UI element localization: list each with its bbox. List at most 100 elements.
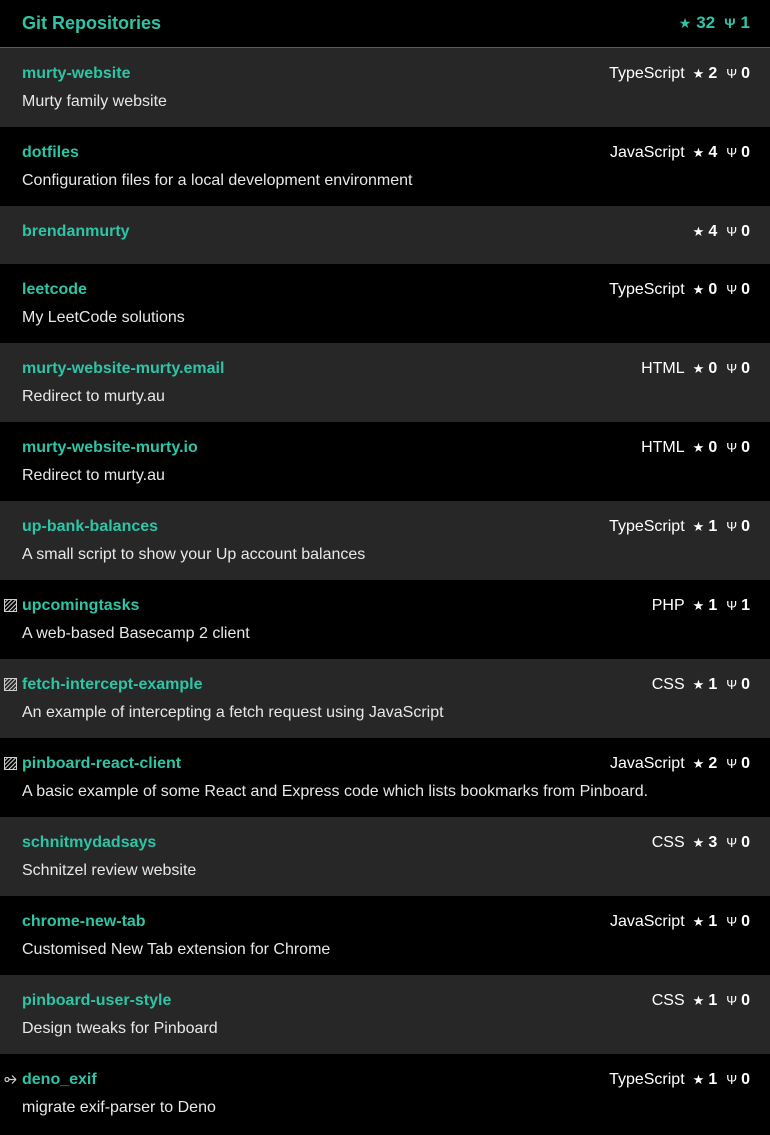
- repo-stats: HTML ★ 0 Ψ 0: [641, 359, 750, 379]
- repo-stats: JavaScript ★ 1 Ψ 0: [610, 912, 750, 932]
- repo-fork-count: 0: [741, 913, 750, 930]
- repo-fork-count: 0: [741, 992, 750, 1009]
- fork-icon: Ψ: [726, 756, 738, 771]
- repo-description: migrate exif-parser to Deno: [22, 1099, 216, 1116]
- repo-fork-count: 0: [741, 1071, 750, 1088]
- repo-description: My LeetCode solutions: [22, 309, 185, 326]
- repo-language: PHP: [651, 597, 685, 614]
- fork-icon: Ψ: [726, 145, 738, 160]
- repo-row: murty-website TypeScript ★ 2 Ψ 0 Murty family …: [0, 48, 770, 127]
- fork-icon: Ψ: [726, 66, 738, 81]
- star-icon: ★: [678, 15, 692, 31]
- total-stats: ★ 32 Ψ 1: [679, 12, 750, 34]
- repo-row: upcomingtasks PHP ★ 1 Ψ 1 A web-based Basecamp…: [0, 580, 770, 659]
- star-icon: ★: [692, 145, 705, 160]
- repo-language: CSS: [651, 992, 685, 1009]
- repo-fork-count: 1: [741, 597, 750, 614]
- star-icon: ★: [692, 519, 705, 534]
- fork-icon: Ψ: [726, 282, 738, 297]
- repo-row: deno_exif TypeScript ★ 1 Ψ 0 migrate exif-pars…: [0, 1054, 770, 1133]
- repo-name-link[interactable]: murty-website-murty.io: [22, 438, 198, 458]
- repo-fork-count: 0: [741, 676, 750, 693]
- repo-stats: TypeScript ★ 0 Ψ 0: [609, 280, 750, 300]
- repositories-header: Git Repositories ★ 32 Ψ 1: [0, 0, 770, 48]
- repo-stats: TypeScript ★ 1 Ψ 0: [609, 1070, 750, 1090]
- repo-stats: JavaScript ★ 4 Ψ 0: [610, 143, 750, 163]
- repo-fork-count: 0: [741, 360, 750, 377]
- repo-description: Design tweaks for Pinboard: [22, 1020, 218, 1037]
- repo-star-count: 1: [708, 1071, 718, 1088]
- fork-icon: Ψ: [726, 598, 738, 613]
- star-icon: ★: [692, 361, 705, 376]
- repo-description: Customised New Tab extension for Chrome: [22, 941, 331, 958]
- repo-star-count: 1: [708, 676, 718, 693]
- star-icon: ★: [692, 835, 705, 850]
- fork-icon: Ψ: [726, 835, 738, 850]
- star-icon: ★: [692, 1072, 705, 1087]
- fork-icon: Ψ: [726, 993, 738, 1008]
- star-icon: ★: [692, 677, 705, 692]
- repo-stats: TypeScript ★ 1 Ψ 0: [609, 517, 750, 537]
- repo-name-link[interactable]: upcomingtasks: [22, 596, 139, 616]
- page-title: Git Repositories: [22, 13, 162, 33]
- repo-row: pinboard-react-client JavaScript ★ 2 Ψ 0 A bas…: [0, 738, 770, 817]
- fork-icon: Ψ: [726, 519, 738, 534]
- repo-row: chrome-new-tab JavaScript ★ 1 Ψ 0 Customised N…: [0, 896, 770, 975]
- repo-stats: TypeScript ★ 2 Ψ 0: [609, 64, 750, 84]
- repo-name-link[interactable]: brendanmurty: [22, 222, 130, 242]
- repo-language: TypeScript: [609, 65, 685, 82]
- repo-description: Redirect to murty.au: [22, 388, 165, 405]
- fork-icon: Ψ: [726, 1072, 738, 1087]
- repo-row: up-bank-balances TypeScript ★ 1 Ψ 0 A small sc…: [0, 501, 770, 580]
- repo-language: TypeScript: [609, 518, 685, 535]
- repo-name-link[interactable]: pinboard-react-client: [22, 754, 181, 774]
- repo-description: Schnitzel review website: [22, 862, 197, 879]
- repo-star-count: 2: [708, 755, 718, 772]
- repo-language: HTML: [641, 439, 685, 456]
- repo-stats: CSS ★ 1 Ψ 0: [652, 675, 750, 695]
- repo-name-link[interactable]: schnitmydadsays: [22, 833, 156, 853]
- repo-fork-count: 0: [741, 223, 750, 240]
- repo-name-link[interactable]: dotfiles: [22, 143, 79, 163]
- repo-name-link[interactable]: chrome-new-tab: [22, 912, 146, 932]
- repo-star-count: 2: [708, 65, 718, 82]
- repo-language: HTML: [641, 360, 685, 377]
- star-icon: ★: [692, 440, 705, 455]
- repo-name-link[interactable]: fetch-intercept-example: [22, 675, 203, 695]
- fork-icon: Ψ: [726, 440, 738, 455]
- repo-description: Murty family website: [22, 93, 167, 110]
- repo-row: schnitmydadsays CSS ★ 3 Ψ 0 Schnitzel review w…: [0, 817, 770, 896]
- repo-language: CSS: [651, 834, 685, 851]
- repo-star-count: 4: [708, 223, 718, 240]
- repo-star-count: 1: [708, 913, 718, 930]
- repo-fork-count: 0: [741, 65, 750, 82]
- repo-language: JavaScript: [609, 755, 685, 772]
- repo-star-count: 1: [708, 518, 718, 535]
- repo-name-link[interactable]: pinboard-user-style: [22, 991, 171, 1011]
- repo-language: JavaScript: [609, 913, 685, 930]
- repo-row: dotfiles JavaScript ★ 4 Ψ 0 Configuration file…: [0, 127, 770, 206]
- repo-description: A web-based Basecamp 2 client: [22, 625, 250, 642]
- repo-fork-count: 0: [741, 439, 750, 456]
- repo-description: Configuration files for a local developm…: [22, 172, 413, 189]
- fork-icon: Ψ: [726, 224, 738, 239]
- fork-icon: Ψ: [724, 15, 736, 31]
- repo-star-count: 0: [708, 439, 718, 456]
- repo-fork-count: 0: [741, 144, 750, 161]
- repo-fork-count: 0: [741, 518, 750, 535]
- total-forks: 1: [740, 13, 750, 32]
- repo-name-link[interactable]: up-bank-balances: [22, 517, 158, 537]
- repo-name-link[interactable]: murty-website: [22, 64, 130, 84]
- repo-row: murty-website-murty.email HTML ★ 0 Ψ 0 Redirec…: [0, 343, 770, 422]
- repo-stats: JavaScript ★ 2 Ψ 0: [610, 754, 750, 774]
- repo-name-link[interactable]: leetcode: [22, 280, 87, 300]
- fork-icon: Ψ: [726, 361, 738, 376]
- fork-icon: Ψ: [726, 914, 738, 929]
- repo-fork-count: 0: [741, 834, 750, 851]
- repo-fork-count: 0: [741, 755, 750, 772]
- fork-icon: Ψ: [726, 677, 738, 692]
- repo-row: fetch-intercept-example CSS ★ 1 Ψ 0 An example…: [0, 659, 770, 738]
- repo-name-link[interactable]: murty-website-murty.email: [22, 359, 224, 379]
- repo-star-count: 4: [708, 144, 718, 161]
- repo-name-link[interactable]: deno_exif: [22, 1070, 97, 1090]
